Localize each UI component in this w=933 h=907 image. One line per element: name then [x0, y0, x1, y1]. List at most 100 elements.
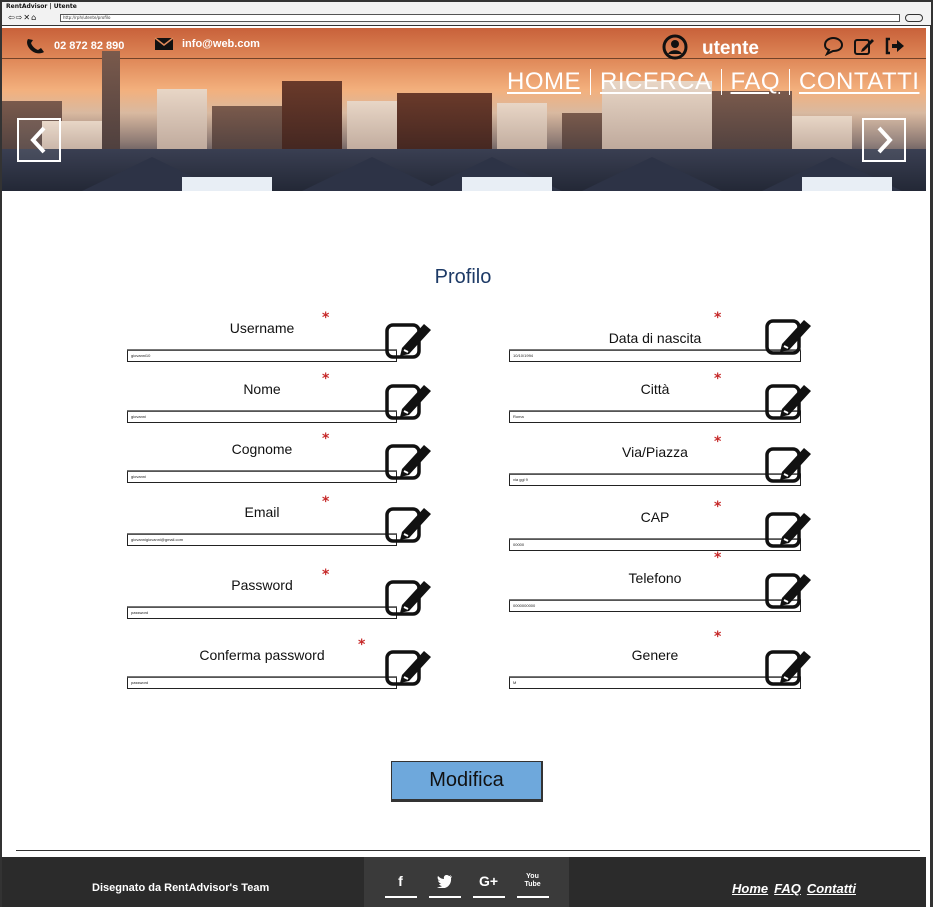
- field-input[interactable]: giovannigiovanni@gmail.com: [127, 534, 397, 546]
- field-input[interactable]: giovanni: [127, 471, 397, 483]
- edit-field-icon[interactable]: [384, 439, 434, 483]
- user-menu[interactable]: utente: [662, 34, 759, 64]
- profile-field: Cognome giovanni: [127, 437, 407, 483]
- field-input[interactable]: M: [509, 677, 801, 689]
- carousel-prev-button[interactable]: [17, 118, 61, 162]
- required-marker: *: [322, 494, 330, 510]
- field-label: Password: [231, 577, 293, 593]
- footer-link-faq[interactable]: FAQ: [774, 881, 801, 896]
- footer-link-home[interactable]: Home: [732, 881, 768, 896]
- profile-field: Email giovannigiovanni@gmail.com: [127, 500, 407, 546]
- chat-icon[interactable]: [822, 36, 844, 56]
- required-marker: *: [714, 550, 722, 566]
- header-actions: [822, 36, 906, 56]
- facebook-icon[interactable]: f: [384, 866, 417, 898]
- field-label: Cognome: [231, 441, 293, 457]
- google-plus-icon[interactable]: G+: [472, 866, 505, 898]
- field-label: Telefono: [628, 570, 682, 586]
- field-label: Data di nascita: [608, 330, 702, 346]
- nav-separator: [789, 69, 791, 95]
- twitter-icon[interactable]: [428, 866, 461, 898]
- required-marker: *: [714, 499, 722, 515]
- nav-contatti[interactable]: CONTATTI: [797, 68, 921, 96]
- user-name[interactable]: utente: [702, 38, 759, 60]
- field-input[interactable]: password: [127, 607, 397, 619]
- nav-separator: [720, 69, 722, 95]
- page-title: Profilo: [434, 266, 492, 288]
- profile-field: Password password: [127, 573, 407, 619]
- field-label: CAP: [640, 509, 670, 525]
- field-label: Email: [244, 504, 280, 520]
- browser-nav-buttons[interactable]: ⇦⇨✕⌂: [8, 13, 37, 22]
- required-marker: *: [714, 434, 722, 450]
- rooftops: [2, 149, 926, 191]
- rooftop: [302, 157, 442, 191]
- edit-field-icon[interactable]: [764, 379, 814, 423]
- field-input[interactable]: 0000000000: [509, 600, 801, 612]
- carousel-next-button[interactable]: [862, 118, 906, 162]
- edit-field-icon[interactable]: [384, 645, 434, 689]
- field-input[interactable]: via ggl 9: [509, 474, 801, 486]
- logout-icon[interactable]: [884, 36, 906, 56]
- footer-divider: [16, 850, 920, 851]
- required-marker: *: [322, 310, 330, 326]
- required-marker: *: [322, 371, 330, 387]
- browser-menu-icon[interactable]: [905, 14, 923, 22]
- window-title: RentAdvisor | Utente: [6, 3, 77, 10]
- field-label: Nome: [243, 381, 281, 397]
- nav-home[interactable]: HOME: [505, 68, 583, 96]
- user-icon[interactable]: [662, 34, 688, 64]
- field-label: Città: [640, 381, 670, 397]
- profile-field: Username giovanni10: [127, 316, 407, 362]
- required-marker: *: [714, 629, 722, 645]
- footer: Disegnato da RentAdvisor's Team f G+ You…: [2, 857, 926, 907]
- edit-field-icon[interactable]: [764, 507, 814, 551]
- field-label: Username: [229, 320, 295, 336]
- nav-faq[interactable]: FAQ: [729, 68, 783, 96]
- required-marker: *: [358, 637, 366, 653]
- required-marker: *: [322, 431, 330, 447]
- nav-separator: [590, 69, 591, 95]
- city-image: [102, 51, 120, 161]
- required-marker: *: [714, 371, 722, 387]
- edit-field-icon[interactable]: [384, 575, 434, 619]
- field-input[interactable]: 10/10/1994: [509, 350, 801, 362]
- main-nav: HOME RICERCA FAQ CONTATTI: [505, 68, 921, 96]
- email-address[interactable]: info@web.com: [182, 38, 260, 50]
- phone-number: 02 872 82 890: [54, 40, 125, 52]
- nav-ricerca[interactable]: RICERCA: [598, 68, 714, 96]
- youtube-icon[interactable]: You Tube: [516, 866, 549, 898]
- profile-field: Nome giovanni: [127, 377, 407, 423]
- edit-field-icon[interactable]: [764, 442, 814, 486]
- rooftop: [182, 177, 272, 191]
- field-input[interactable]: password: [127, 677, 397, 689]
- footer-link-contatti[interactable]: Contatti: [807, 881, 856, 896]
- edit-field-icon[interactable]: [384, 502, 434, 546]
- field-input[interactable]: Roma: [509, 411, 801, 423]
- phone-contact: 02 872 82 890: [24, 37, 124, 55]
- field-input[interactable]: 00000: [509, 539, 801, 551]
- edit-field-icon[interactable]: [764, 314, 814, 358]
- edit-icon[interactable]: [853, 36, 875, 56]
- browser-chrome: RentAdvisor | Utente ⇦⇨✕⌂ http://rph/ute…: [0, 0, 933, 26]
- edit-field-icon[interactable]: [384, 318, 434, 362]
- address-bar[interactable]: http://rph/utente/profilo: [60, 14, 900, 22]
- field-input[interactable]: giovanni10: [127, 350, 397, 362]
- phone-icon: [24, 37, 46, 55]
- edit-field-icon[interactable]: [384, 379, 434, 423]
- rooftop: [802, 177, 892, 191]
- field-label: Genere: [631, 647, 679, 663]
- rooftop: [462, 177, 552, 191]
- edit-field-icon[interactable]: [764, 568, 814, 612]
- modifica-button[interactable]: Modifica: [391, 761, 543, 802]
- chevron-left-icon: [30, 126, 46, 154]
- field-input[interactable]: giovanni: [127, 411, 397, 423]
- edit-field-icon[interactable]: [764, 645, 814, 689]
- header-banner: 02 872 82 890 info@web.com utente HOME R…: [2, 28, 926, 191]
- field-label: Conferma password: [199, 647, 325, 663]
- mail-icon: [154, 37, 174, 51]
- rooftop: [582, 157, 722, 191]
- required-marker: *: [322, 567, 330, 583]
- footer-credit: Disegnato da RentAdvisor's Team: [92, 882, 270, 894]
- social-links: f G+ You Tube: [364, 857, 569, 907]
